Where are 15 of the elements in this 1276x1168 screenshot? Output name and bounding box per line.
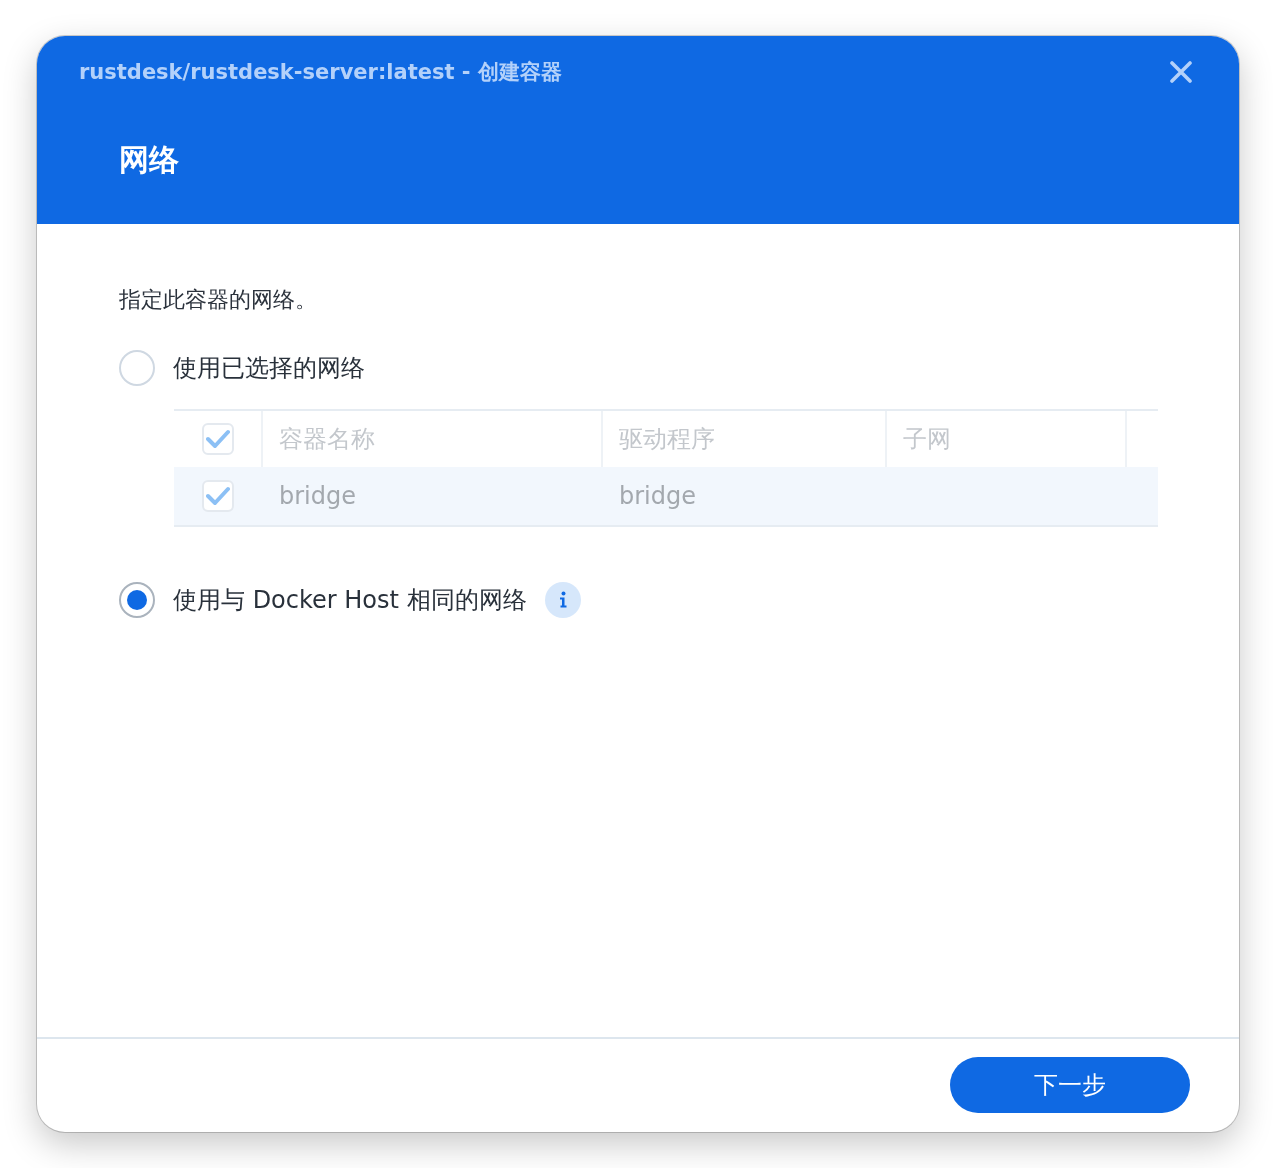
radio-label: 使用已选择的网络 (173, 353, 365, 384)
step-title: 网络 (119, 141, 179, 179)
table-cell: bridge (279, 482, 356, 510)
dialog-title: rustdesk/rustdesk-server:latest - 创建容器 (79, 59, 562, 86)
next-button[interactable]: 下一步 (950, 1056, 1190, 1113)
table-cell: bridge (619, 482, 696, 510)
check-icon (206, 486, 230, 506)
info-icon[interactable] (544, 582, 581, 618)
check-icon (206, 429, 230, 449)
radio-label: 使用与 Docker Host 相同的网络 (173, 585, 527, 616)
close-icon (1170, 61, 1192, 83)
radio-button[interactable] (119, 350, 155, 386)
close-button[interactable] (1169, 60, 1193, 84)
radio-button[interactable] (119, 582, 155, 618)
description-text: 指定此容器的网络。 (119, 286, 317, 314)
